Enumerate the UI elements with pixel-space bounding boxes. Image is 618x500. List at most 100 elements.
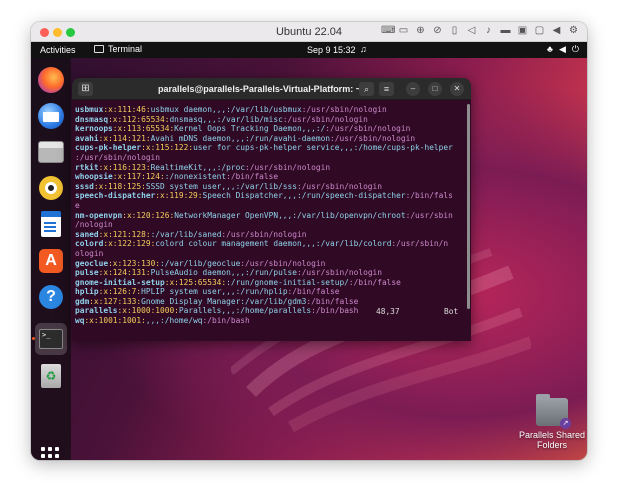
passwd-home: :/run/speech-dispatcher [296,191,406,201]
passwd-home: :/var/lib/colord [315,239,392,249]
terminal-line: colord:x:122:129:colord colour managemen… [75,239,471,249]
passwd-gecos: Gnome Display Manager [141,296,241,306]
terminal-small-icon [94,45,104,53]
terminal-line: whoopsie:x:117:124::/nonexistent:/bin/fa… [75,172,471,182]
passwd-shell: :/usr/sbin/nologin [221,229,307,239]
activities-button[interactable]: Activities [40,45,76,55]
passwd-shell: :/usr/sbin/n [391,239,449,249]
display-icon[interactable]: ▭ [398,25,409,37]
terminal-line: :/usr/sbin/nologin [75,153,471,163]
passwd-home: :/run/pulse [245,268,297,278]
terminal-line: speech-dispatcher:x:119:29:Speech Dispat… [75,191,471,201]
close-button[interactable]: ✕ [450,82,464,96]
libreoffice-writer-icon[interactable] [36,209,66,239]
terminal-line: e [75,201,471,211]
minimize-button[interactable]: – [406,82,420,96]
passwd-shell: :/usr/sbin/nologin [301,105,387,114]
storage-icon[interactable]: ▯ [449,25,460,37]
passwd-shell: :/usr/sbin [405,210,453,220]
passwd-username: cups-pk-helper [75,143,142,153]
files-icon[interactable] [36,137,66,167]
terminal-line: rtkit:x:116:123:RealtimeKit,,,:/proc:/us… [75,163,471,173]
vm-window: Ubuntu 22.04 ⌨ ▭ ⊕ ⊘ ▯ ◁ ♪ ▬ ▣ ▢ ◀ ⚙ Act… [31,22,587,460]
passwd-home: :/home/wq [160,316,203,326]
passwd-home: :/var/lib/gdm3 [240,296,307,306]
passwd-shell: :/usr/sbin/nologin [245,162,331,172]
passwd-home: :/proc [216,162,246,172]
terminal-dock-icon[interactable]: >_ [35,323,67,355]
network-icon[interactable]: ⊕ [415,25,426,37]
passwd-shell: :/usr/sbin/nologin [282,114,368,124]
passwd-shell: :/bin/bash [311,306,359,316]
passwd-shell: :/usr/sbin/nologin [75,152,161,162]
notification-bell-icon[interactable]: ♫ [360,44,367,54]
help-icon[interactable]: ? [36,282,66,312]
passwd-username: avahi [75,133,99,143]
passwd-gecos: colord colour management daemon,,, [155,239,316,249]
terminal-line: usbmux:x:111:46:usbmux daemon,,,:/var/li… [75,105,471,115]
terminal-line: nm-openvpn:x:120:126:NetworkManager Open… [75,211,471,221]
passwd-ids: :x:113:65534: [112,124,175,134]
passwd-ids: :x:123:130: [108,258,161,268]
passwd-shell: :/usr/sbin/nologin [296,181,382,191]
clock[interactable]: Sep 9 15:32 [307,45,356,55]
disk-icon[interactable]: ▬ [500,25,511,37]
new-tab-button[interactable]: ⊞ [78,82,93,96]
passwd-home: :/var/lib/saned [150,229,222,239]
passwd-username: dnsmasq [75,114,109,124]
microphone-icon[interactable]: ♪ [483,25,494,37]
terminal-line: wq:x:1001:1001:,,,:/home/wq:/bin/bash [75,316,471,326]
usb-icon[interactable]: ⊘ [432,25,443,37]
passwd-home: :/home/cups-pk-helper [353,143,453,153]
passwd-gecos: Parallels,,, [178,306,236,316]
terminal-title: parallels@parallels-Parallels-Virtual-Pl… [158,84,361,94]
printer-icon[interactable]: ▣ [517,25,528,37]
terminal-line: gnome-initial-setup:x:125:65534::/run/gn… [75,278,471,288]
passwd-username: speech-dispatcher [75,191,156,201]
firefox-icon[interactable] [38,67,64,93]
terminal-window[interactable]: ⊞ parallels@parallels-Parallels-Virtual-… [72,78,471,341]
passwd-home: :/home/parallels [235,306,312,316]
parallels-shared-folders[interactable]: ↗ Parallels Shared Folders [517,394,587,450]
show-apps-icon[interactable] [41,447,59,460]
menu-button[interactable]: ≡ [379,82,394,96]
terminal-line: pulse:x:124:131:PulseAudio daemon,,,:/ru… [75,268,471,278]
link-badge-icon: ↗ [560,418,571,429]
software-center-icon[interactable]: A [36,246,66,276]
passwd-home: :/var/lib/sss [235,181,297,191]
network-status-icon: ♣ [547,44,553,54]
passwd-ids: :x:114:121: [98,133,151,143]
thunderbird-icon[interactable] [36,101,66,131]
passwd-ids: :x:125:65534: [164,277,227,287]
search-button[interactable]: ⌕ [359,82,374,96]
running-indicator [32,337,35,340]
keyboard-icon[interactable]: ⌨ [381,25,395,37]
power-icon: ⏻ [571,44,579,54]
speaker-icon[interactable]: ◁ [466,25,477,37]
system-tray[interactable]: ♣ ◀ ⏻ [547,44,579,55]
back-icon[interactable]: ◀ [551,25,562,37]
maximize-button[interactable]: □ [428,82,442,96]
terminal-line: /nologin [75,220,471,230]
terminal-scrollbar[interactable] [467,104,470,309]
trash-icon[interactable]: ♻ [36,361,66,391]
passwd-shell: :/usr/sbin/nologin [240,258,326,268]
passwd-gecos: HPLIP system user,,, [141,287,236,297]
passwd-shell: :/usr/sbin/nologin [325,124,411,134]
rhythmbox-icon[interactable] [36,173,66,203]
passwd-username: nm-openvpn [75,210,123,220]
gear-icon[interactable]: ⚙ [568,25,579,37]
passwd-shell: :/bin/fals [405,191,453,201]
passwd-username: pulse [75,268,99,278]
passwd-gecos: usbmux daemon,,, [150,105,227,114]
passwd-username: saned [75,229,99,239]
passwd-gecos: Kernel Oops Tracking Daemon,,, [174,124,316,134]
terminal-output[interactable]: usbmux:x:111:46:usbmux daemon,,,:/var/li… [72,100,471,341]
app-menu[interactable]: Terminal [94,44,142,54]
passwd-shell: :/bin/false [226,172,279,182]
folder-share-icon[interactable]: ▢ [534,25,545,37]
ubuntu-desktop: Activities Terminal Sep 9 15:32 ♫ ♣ ◀ ⏻ … [31,42,587,460]
passwd-home: :/var/lib/geoclue [160,258,241,268]
terminal-headerbar[interactable]: ⊞ parallels@parallels-Parallels-Virtual-… [72,78,471,100]
passwd-gecos: dnsmasq,,, [169,114,217,124]
